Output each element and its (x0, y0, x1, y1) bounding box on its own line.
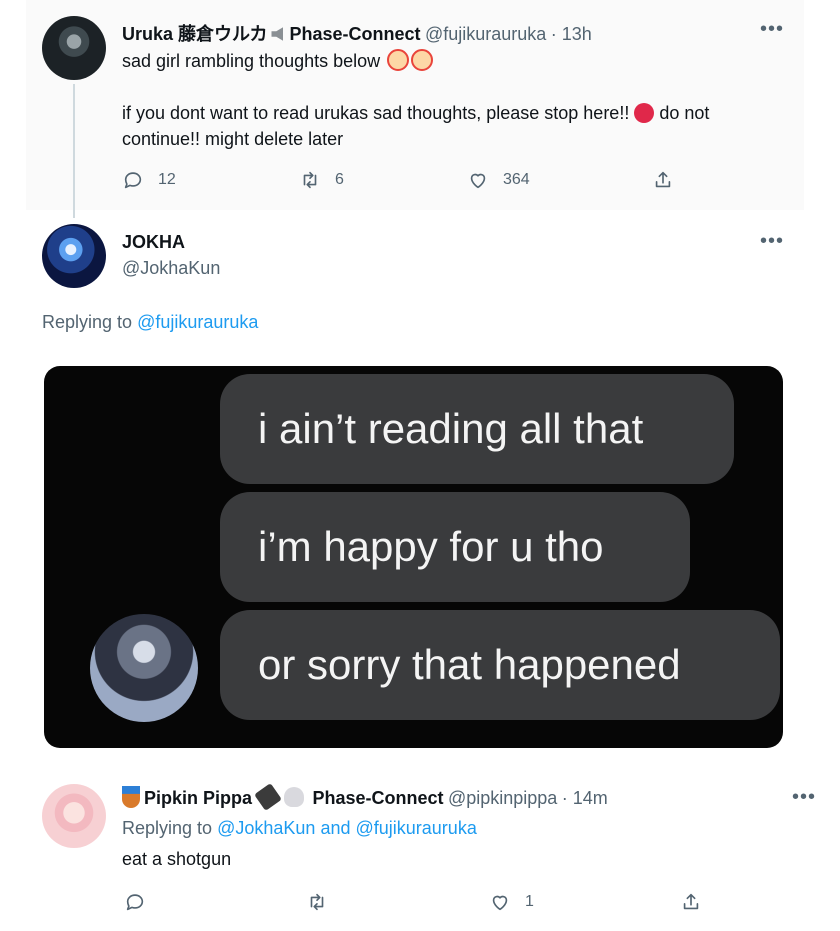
tweet-line: do not (659, 103, 710, 123)
tweet-header: Pipkin Pippa Phase-Connect @pipkinpippa … (122, 783, 608, 811)
more-icon[interactable]: ••• (760, 230, 784, 253)
handle[interactable]: @pipkinpippa (448, 788, 557, 808)
handle[interactable]: @fujikurauruka (425, 24, 546, 44)
retweet-button[interactable] (306, 891, 328, 913)
tweet-image[interactable]: i ain’t reading all that i’m happy for u… (44, 366, 783, 748)
display-name-suffix[interactable]: Phase-Connect (289, 24, 420, 44)
heart-icon (492, 895, 508, 911)
tweet-header: Uruka 藤倉ウルカ Phase-Connect @fujikurauruka … (122, 20, 592, 46)
avatar[interactable] (42, 16, 106, 80)
reply-button[interactable] (124, 891, 146, 913)
tweet-text: eat a shotgun (122, 849, 232, 869)
replying-label: Replying to (42, 312, 133, 332)
stop-sign-icon (634, 103, 655, 123)
reply-icon (124, 172, 142, 189)
like-button[interactable]: 364 (467, 169, 530, 191)
display-name[interactable]: JOKHA (122, 232, 185, 253)
replying-to: Replying to @JokhaKun and @fujikurauruka (122, 818, 477, 839)
tweet-line: continue!! might delete later (122, 129, 344, 149)
share-button[interactable] (652, 169, 674, 191)
speaker-icon (271, 27, 284, 41)
display-name[interactable]: Pipkin Pippa (144, 788, 252, 808)
thread-connector (73, 84, 75, 218)
retweet-button[interactable]: 6 (299, 169, 344, 191)
like-count: 1 (525, 893, 534, 910)
mention-link[interactable]: @JokhaKun (217, 818, 315, 838)
heart-icon (470, 173, 486, 189)
plug-icon (254, 783, 282, 811)
timestamp[interactable]: · 14m (562, 788, 608, 808)
replying-label: Replying to (122, 818, 213, 838)
tweet-text: if you dont want to read urukas sad thou… (122, 100, 709, 126)
retweet-icon (303, 171, 317, 189)
tweet-line: if you dont want to read urukas sad thou… (122, 103, 630, 123)
medal-icon (122, 786, 140, 808)
more-icon[interactable]: ••• (760, 18, 784, 41)
clown-face-icon (411, 49, 434, 71)
message-bubble: or sorry that happened (220, 610, 780, 720)
tweet-line: sad girl rambling thoughts below (122, 51, 381, 71)
retweet-icon (310, 893, 324, 911)
more-icon[interactable]: ••• (792, 786, 816, 809)
reply-icon (126, 894, 144, 911)
like-button[interactable]: 1 (489, 891, 534, 913)
clown-face-icon (387, 49, 410, 71)
mention-link[interactable]: @fujikurauruka (356, 818, 477, 838)
tweet-text: sad girl rambling thoughts below (122, 48, 434, 74)
message-bubble: i ain’t reading all that (220, 374, 734, 484)
avatar (90, 614, 198, 722)
reply-button[interactable]: 12 (122, 169, 176, 191)
share-button[interactable] (680, 891, 702, 913)
retweet-count: 6 (335, 171, 344, 188)
message-bubble: i’m happy for u tho (220, 492, 690, 602)
reply-count: 12 (158, 171, 176, 188)
share-icon (655, 171, 671, 188)
avatar[interactable] (42, 224, 106, 288)
share-icon (683, 893, 699, 910)
avatar[interactable] (42, 784, 106, 848)
like-count: 364 (503, 171, 530, 188)
replying-and: and (320, 818, 351, 838)
mention-link[interactable]: @fujikurauruka (137, 312, 258, 332)
timestamp[interactable]: · 13h (551, 24, 592, 44)
replying-to: Replying to @fujikurauruka (42, 312, 258, 333)
handle[interactable]: @JokhaKun (122, 258, 220, 279)
rabbit-icon (284, 787, 305, 807)
display-name-suffix[interactable]: Phase-Connect (312, 788, 443, 808)
display-name[interactable]: Uruka 藤倉ウルカ (122, 24, 267, 44)
